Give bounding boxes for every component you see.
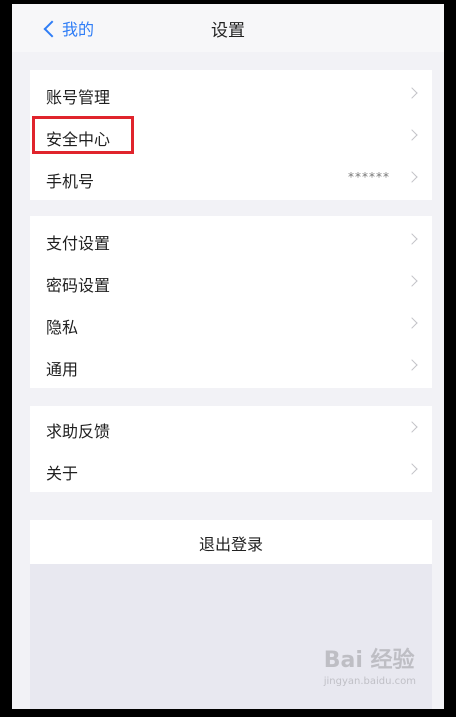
settings-item-phone-number[interactable]: 手机号 ****** [30,158,432,200]
settings-item-privacy[interactable]: 隐私 [30,304,432,346]
chevron-right-icon [406,129,418,141]
chevron-right-icon [406,275,418,287]
chevron-right-icon [406,421,418,433]
chevron-right-icon [406,233,418,245]
settings-item-label: 隐私 [46,318,79,337]
chevron-right-icon [406,87,418,99]
settings-item-label: 通用 [46,360,79,379]
page-title: 设置 [211,21,245,41]
settings-group-help: 求助反馈 关于 [30,406,432,492]
settings-screen: 我的 设置 账号管理 安全中心 手机号 ****** 支付设置 密码设置 隐私 [12,4,444,709]
settings-item-account-management[interactable]: 账号管理 [30,74,432,116]
settings-item-label: 求助反馈 [46,422,111,441]
settings-item-label: 关于 [46,464,79,483]
bottom-blank-area: Bai 经验 jingyan.baidu.com [30,564,432,709]
highlight-box [32,116,134,154]
chevron-right-icon [406,359,418,371]
chevron-right-icon [406,463,418,475]
settings-item-label: 账号管理 [46,88,111,107]
chevron-right-icon [406,171,418,183]
watermark: Bai 经验 jingyan.baidu.com [324,642,416,687]
settings-item-help-feedback[interactable]: 求助反馈 [30,408,432,450]
settings-group-general: 支付设置 密码设置 隐私 通用 [30,216,432,388]
settings-item-general[interactable]: 通用 [30,346,432,388]
watermark-brand: Bai 经验 [323,648,415,673]
settings-item-payment-settings[interactable]: 支付设置 [30,220,432,262]
phone-number-value: ****** [348,170,390,184]
chevron-right-icon [406,317,418,329]
watermark-url: jingyan.baidu.com [323,676,416,687]
logout-label: 退出登录 [198,535,263,554]
settings-item-about[interactable]: 关于 [30,450,432,492]
logout-button[interactable]: 退出登录 [30,520,432,564]
settings-item-password-settings[interactable]: 密码设置 [30,262,432,304]
settings-item-label: 手机号 [46,172,95,191]
nav-bar: 我的 设置 [12,4,444,52]
settings-item-label: 密码设置 [46,276,111,295]
settings-item-label: 支付设置 [46,234,111,253]
